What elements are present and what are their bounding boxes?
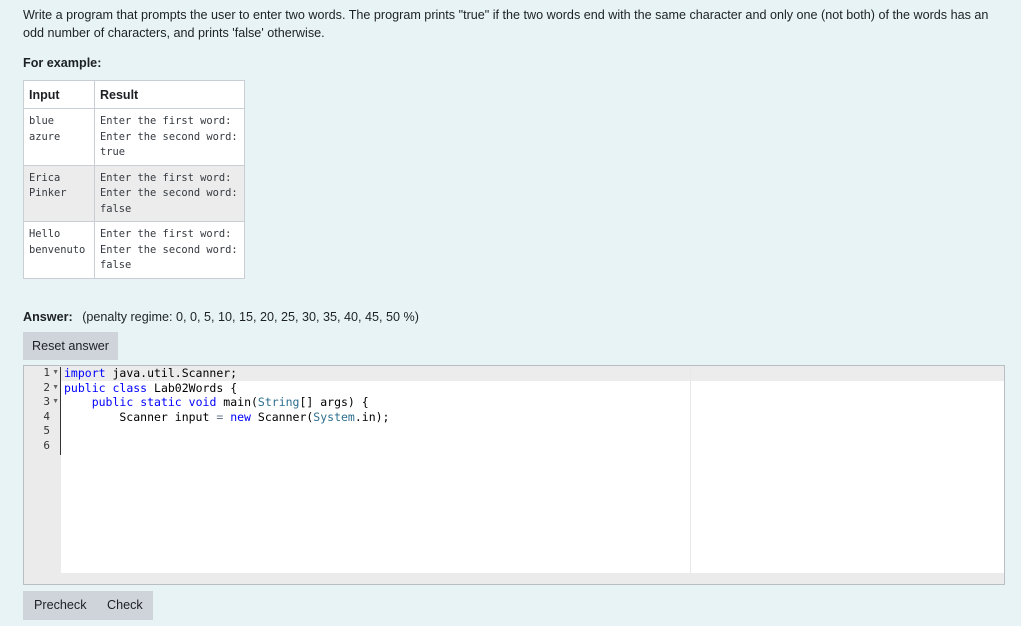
- code-keyword: void: [188, 395, 217, 410]
- answer-heading: Answer: (penalty regime: 0, 0, 5, 10, 15…: [23, 310, 419, 324]
- for-example-label: For example:: [23, 56, 102, 70]
- submit-button-group: Precheck Check: [23, 591, 153, 620]
- code-editor[interactable]: 1 2 3 4 5 6 ▼ ▼ ▼ import java.util.Scann…: [23, 365, 1005, 585]
- line-number: 5: [43, 424, 50, 438]
- code-text-span: Lab02Words {: [147, 380, 238, 395]
- check-button[interactable]: Check: [107, 591, 143, 620]
- example-input: Hello benvenuto: [23, 221, 95, 279]
- line-number-gutter: 1 2 3 4 5 6 ▼ ▼ ▼: [24, 366, 61, 584]
- precheck-button[interactable]: Precheck: [34, 591, 87, 620]
- code-line: import java.util.Scanner;: [64, 366, 389, 381]
- code-text-span: Scanner(: [250, 409, 314, 424]
- fold-toggle-icon[interactable]: ▼: [52, 366, 59, 381]
- code-line: Scanner input = new Scanner(System.in);: [64, 410, 389, 425]
- code-keyword: public: [91, 395, 134, 410]
- code-keyword: public: [64, 380, 106, 395]
- code-text-span: java.util.Scanner;: [105, 366, 238, 380]
- code-line: public class Lab02Words {: [64, 381, 389, 396]
- fold-toggle-icon[interactable]: ▼: [52, 381, 59, 396]
- line-number: 2: [43, 380, 50, 394]
- line-number: 6: [43, 439, 50, 452]
- column-header-input: Input: [23, 80, 95, 109]
- print-margin: [690, 366, 691, 584]
- table-row: Erica Pinker Enter the first word: Enter…: [23, 164, 245, 222]
- column-header-result: Result: [94, 80, 245, 109]
- code-text-span: Scanner input: [64, 409, 217, 424]
- example-result: Enter the first word: Enter the second w…: [94, 164, 245, 222]
- question-text: Write a program that prompts the user to…: [23, 8, 989, 40]
- code-operator: =: [216, 409, 224, 424]
- code-line: public static void main(String[] args) {: [64, 395, 389, 410]
- code-text[interactable]: import java.util.Scanner; public class L…: [64, 366, 389, 454]
- answer-label: Answer:: [23, 310, 73, 324]
- code-keyword: import: [64, 366, 106, 380]
- text-cursor: [60, 367, 61, 455]
- code-keyword: static: [140, 395, 182, 410]
- example-input: Erica Pinker: [23, 164, 95, 222]
- code-keyword: new: [230, 409, 251, 424]
- line-number: 1: [43, 366, 50, 379]
- line-number: 3: [43, 395, 50, 409]
- table-row: blue azure Enter the first word: Enter t…: [23, 108, 245, 166]
- fold-toggle-icon[interactable]: ▼: [52, 395, 59, 410]
- example-input: blue azure: [23, 108, 95, 166]
- table-header-row: Input Result: [23, 80, 245, 109]
- line-number: 4: [43, 409, 50, 423]
- question-panel: Write a program that prompts the user to…: [0, 0, 1021, 626]
- code-text-span: [] args) {: [299, 395, 369, 410]
- code-type: System: [313, 409, 355, 424]
- reset-answer-button[interactable]: Reset answer: [23, 332, 118, 360]
- example-result: Enter the first word: Enter the second w…: [94, 221, 245, 279]
- penalty-regime: (penalty regime: 0, 0, 5, 10, 15, 20, 25…: [82, 310, 419, 324]
- code-type: String: [257, 395, 300, 410]
- code-text-span: main(: [216, 395, 258, 410]
- editor-bottom-bar: [24, 573, 1004, 584]
- examples-table: Input Result blue azure Enter the first …: [23, 80, 245, 279]
- code-keyword: class: [112, 380, 148, 395]
- code-text-span: .in);: [354, 409, 390, 424]
- example-result: Enter the first word: Enter the second w…: [94, 108, 245, 166]
- table-row: Hello benvenuto Enter the first word: En…: [23, 221, 245, 279]
